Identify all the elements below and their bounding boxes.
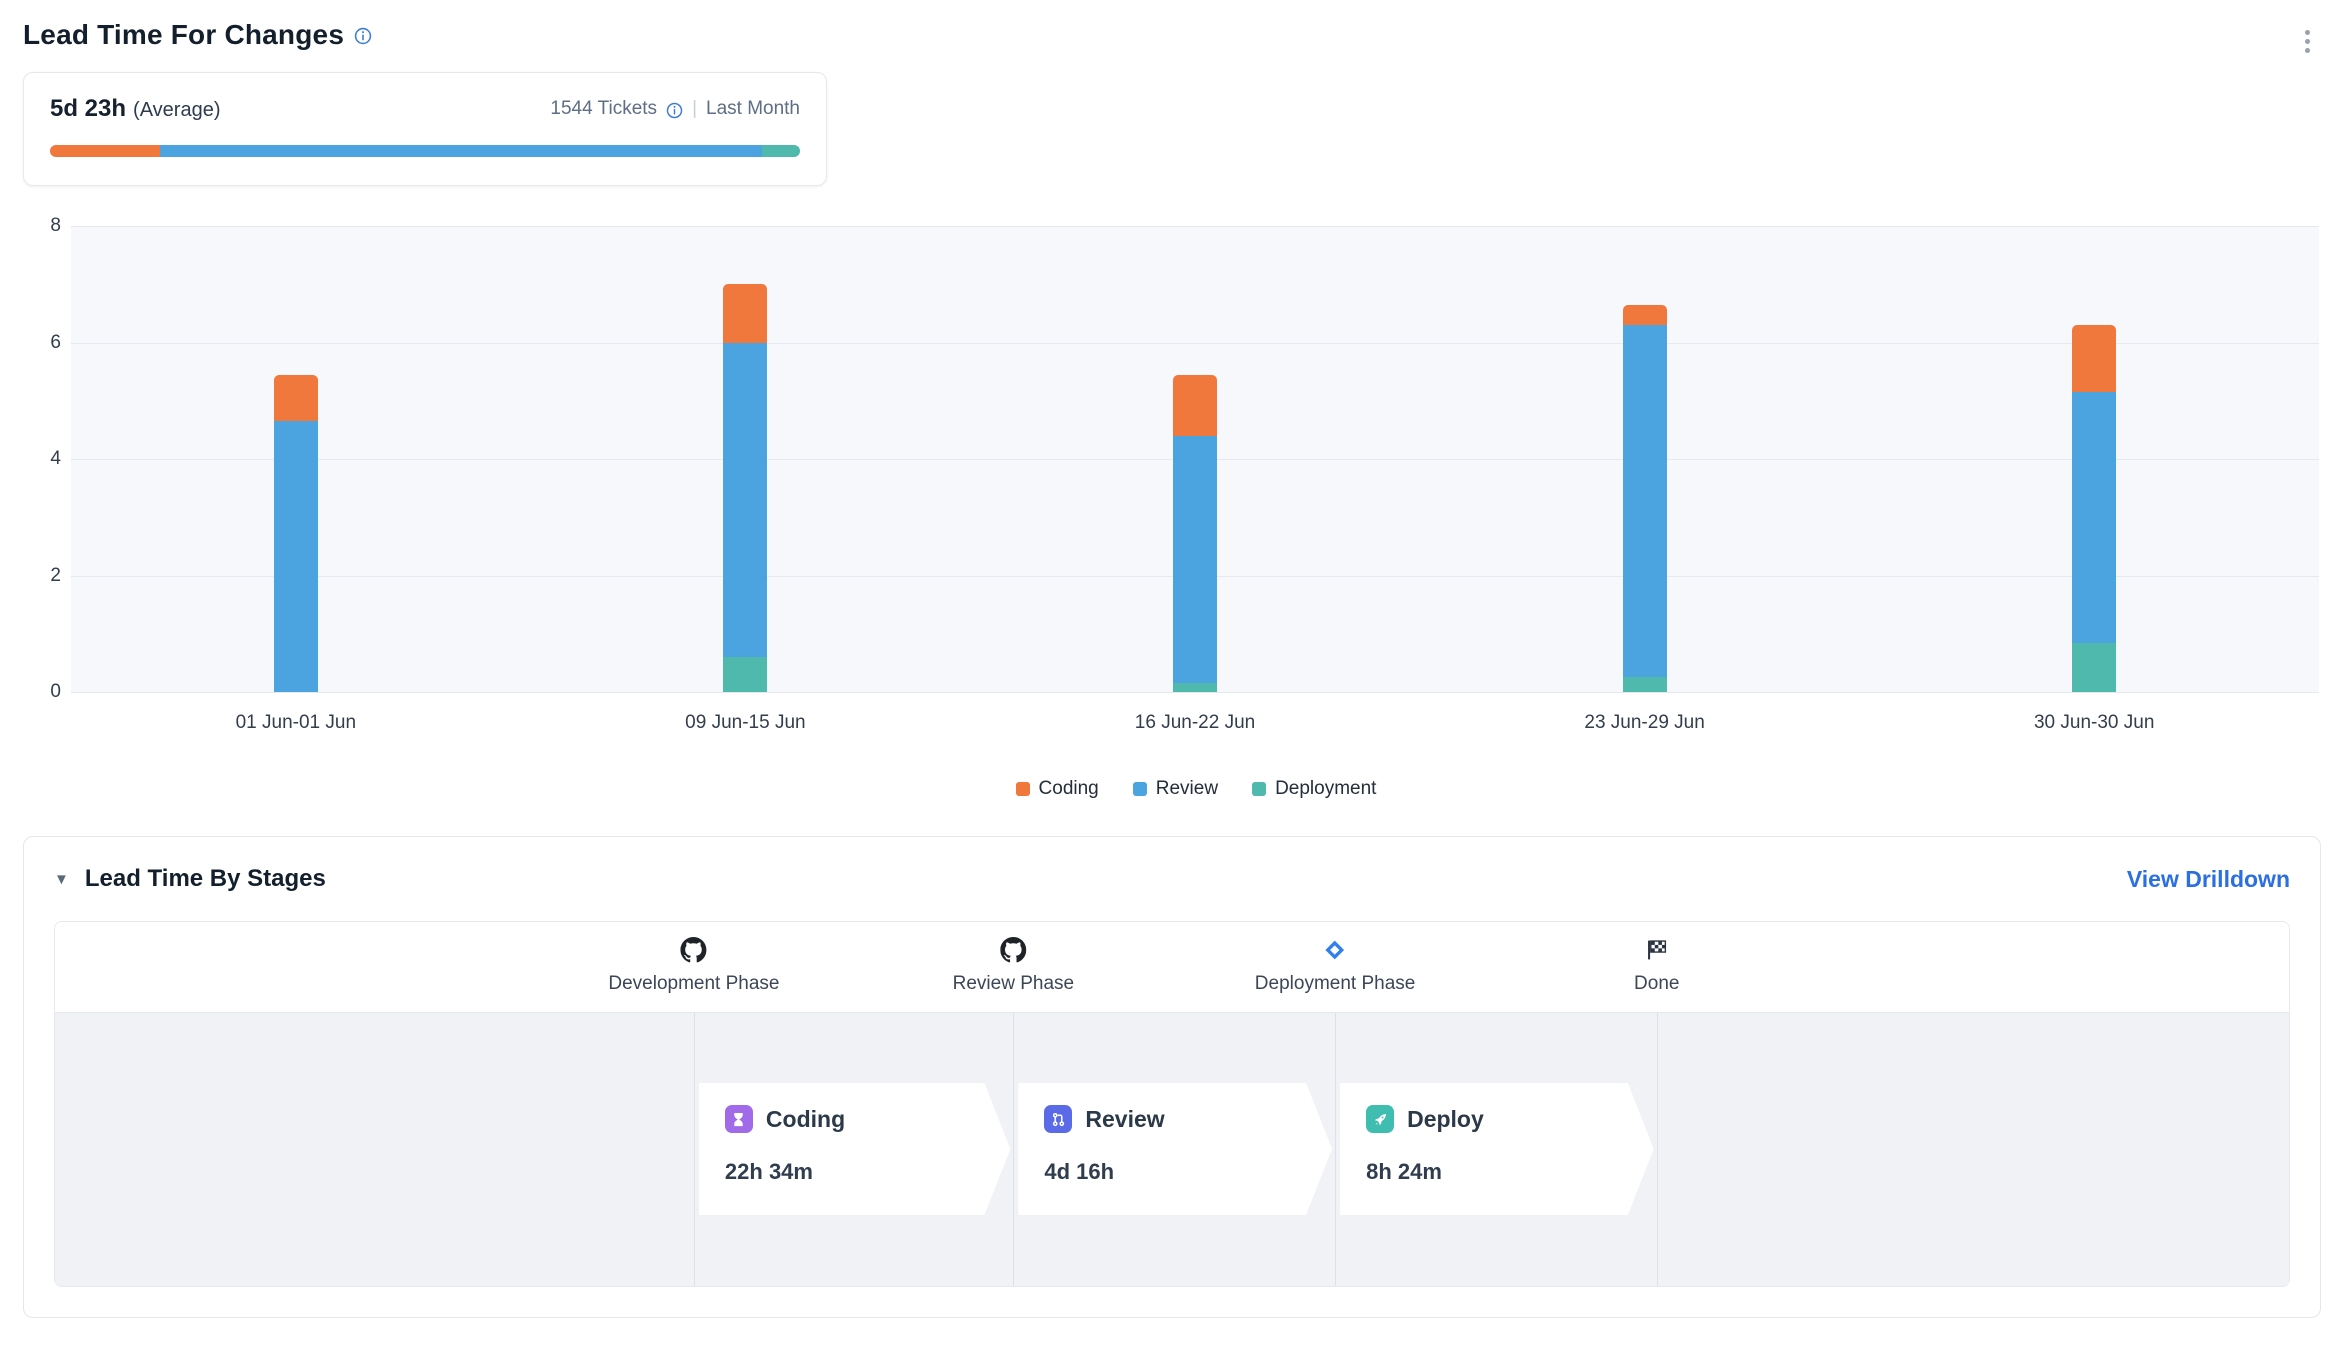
rocket-icon [1366, 1105, 1394, 1133]
phase-milestone-development-phase: Development Phase [608, 936, 779, 995]
distribution-deployment-segment [762, 145, 800, 157]
bar-segment-review[interactable] [2072, 392, 2116, 642]
bar-segment-deployment[interactable] [1623, 677, 1667, 692]
legend-label: Deployment [1275, 778, 1376, 800]
phase-milestone-deployment-phase: Deployment Phase [1255, 936, 1416, 995]
bar-segment-deployment[interactable] [723, 657, 767, 692]
average-lead-time: 5d 23h (Average) [50, 95, 220, 123]
bar-segment-coding[interactable] [1623, 305, 1667, 325]
page-title: Lead Time For Changes [23, 19, 344, 51]
bar-segment-deployment[interactable] [1173, 683, 1217, 692]
legend-swatch [1133, 782, 1147, 796]
y-axis-tick-label: 8 [23, 215, 61, 237]
github-icon [1000, 936, 1026, 964]
info-icon[interactable] [354, 27, 372, 45]
bar-segment-coding[interactable] [723, 284, 767, 342]
y-axis-tick-label: 4 [23, 448, 61, 470]
widget-header: Lead Time For Changes [23, 18, 2321, 52]
legend-swatch [1016, 782, 1030, 796]
lead-time-by-stages-panel: ▼ Lead Time By Stages View Drilldown Dev… [23, 836, 2321, 1318]
chart-legend: Coding Review Deployment [71, 778, 2321, 800]
phase-column-divider [1657, 1013, 1658, 1286]
phase-milestone-done: Done [1634, 936, 1679, 995]
x-axis-category-label: 16 Jun-22 Jun [1135, 712, 1255, 734]
separator: | [692, 98, 697, 120]
stage-duration: 22h 34m [725, 1159, 984, 1185]
stage-duration: 4d 16h [1044, 1159, 1306, 1185]
stage-flow-area: Coding 22h 34m Review 4d 16h Deploy 8h 24m [55, 1012, 2289, 1286]
phase-label: Development Phase [608, 973, 779, 995]
summary-card: 5d 23h (Average) 1544 Tickets | Last Mont… [23, 72, 827, 186]
phase-milestone-review-phase: Review Phase [953, 936, 1074, 995]
y-axis-tick-label: 2 [23, 565, 61, 587]
github-icon [681, 936, 707, 964]
stage-card-deploy[interactable]: Deploy 8h 24m [1340, 1083, 1654, 1215]
stage-name: Deploy [1407, 1106, 1484, 1133]
legend-label: Review [1156, 778, 1218, 800]
phase-column-divider [1335, 1013, 1336, 1286]
checkered-flag-icon [1646, 936, 1668, 964]
x-axis-category-label: 09 Jun-15 Jun [685, 712, 805, 734]
lead-time-distribution-bar [50, 145, 800, 157]
phase-header-row: Development Phase Review Phase Deployment … [55, 922, 2289, 1012]
bar-segment-review[interactable] [1173, 436, 1217, 684]
legend-item-coding[interactable]: Coding [1016, 778, 1099, 800]
stacked-bar[interactable] [1623, 305, 1667, 692]
stage-name: Coding [766, 1106, 845, 1133]
phase-label: Deployment Phase [1255, 973, 1416, 995]
chart-plot-area: 01 Jun-01 Jun09 Jun-15 Jun16 Jun-22 Jun2… [71, 226, 2319, 692]
bar-segment-deployment[interactable] [2072, 643, 2116, 693]
y-axis-tick-label: 6 [23, 332, 61, 354]
stages-table: Development Phase Review Phase Deployment … [54, 921, 2290, 1287]
stages-panel-title: Lead Time By Stages [85, 865, 326, 893]
bar-segment-coding[interactable] [1173, 375, 1217, 436]
stacked-bar[interactable] [1173, 375, 1217, 692]
tickets-count: 1544 Tickets [550, 98, 657, 120]
legend-label: Coding [1039, 778, 1099, 800]
phase-column-divider [1013, 1013, 1014, 1286]
average-qualifier: (Average) [133, 99, 220, 121]
bar-segment-review[interactable] [723, 343, 767, 658]
pull-request-icon [1044, 1105, 1072, 1133]
legend-swatch [1252, 782, 1266, 796]
lead-time-for-changes-widget: Lead Time For Changes 5d 23h (Average) 15… [0, 0, 2344, 1352]
x-axis-category-label: 30 Jun-30 Jun [2034, 712, 2154, 734]
bar-segment-coding[interactable] [274, 375, 318, 422]
stacked-bar[interactable] [274, 375, 318, 692]
distribution-review-segment [160, 145, 762, 157]
legend-item-review[interactable]: Review [1133, 778, 1218, 800]
gridline [71, 692, 2319, 693]
tickets-info-icon[interactable] [666, 102, 683, 119]
distribution-coding-segment [50, 145, 160, 157]
bar-segment-coding[interactable] [2072, 325, 2116, 392]
stage-card-review[interactable]: Review 4d 16h [1018, 1083, 1332, 1215]
x-axis-category-label: 01 Jun-01 Jun [236, 712, 356, 734]
diamond-icon [1324, 936, 1346, 964]
bar-segment-review[interactable] [1623, 325, 1667, 677]
stage-name: Review [1085, 1106, 1164, 1133]
y-axis-tick-label: 0 [23, 681, 61, 703]
legend-item-deployment[interactable]: Deployment [1252, 778, 1376, 800]
stage-duration: 8h 24m [1366, 1159, 1628, 1185]
x-axis-category-label: 23 Jun-29 Jun [1584, 712, 1704, 734]
phase-label: Done [1634, 973, 1679, 995]
phase-label: Review Phase [953, 973, 1074, 995]
bar-segment-review[interactable] [274, 421, 318, 692]
stacked-bar[interactable] [2072, 325, 2116, 692]
stage-card-coding[interactable]: Coding 22h 34m [699, 1083, 1010, 1215]
gridline [71, 343, 2319, 344]
lead-time-bar-chart: 01 Jun-01 Jun 09 Jun-15 Jun 16 Jun-22 Jun 2… [23, 226, 2321, 812]
kebab-menu-icon[interactable] [2301, 26, 2314, 57]
view-drilldown-link[interactable]: View Drilldown [2127, 866, 2290, 893]
phase-column-divider [694, 1013, 695, 1286]
gridline [71, 226, 2319, 227]
collapse-caret-icon[interactable]: ▼ [54, 872, 69, 887]
hourglass-icon [725, 1105, 753, 1133]
average-value: 5d 23h [50, 95, 126, 122]
stacked-bar[interactable] [723, 284, 767, 692]
period-label: Last Month [706, 98, 800, 120]
